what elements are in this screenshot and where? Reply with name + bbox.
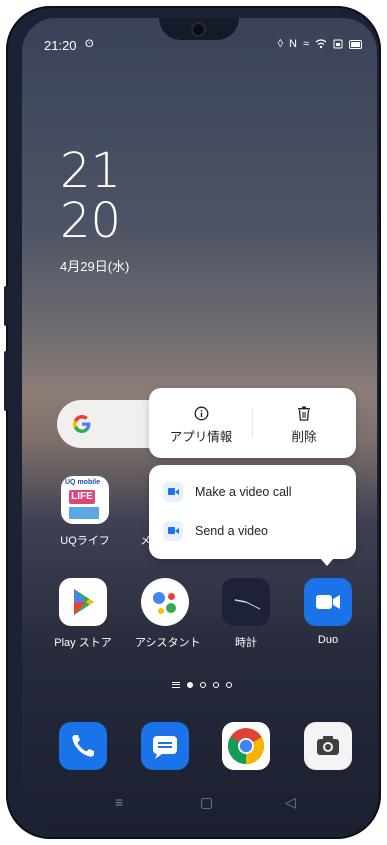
page-dot	[226, 682, 232, 688]
nfc-icon: N	[289, 38, 297, 50]
shortcut-send-video[interactable]: Send a video	[163, 521, 268, 541]
chrome-icon	[222, 722, 270, 770]
clock-hour: 21	[60, 143, 122, 199]
duo-label: Duo	[317, 634, 339, 646]
notch	[159, 18, 239, 40]
app-duo[interactable]: Duo	[298, 578, 358, 646]
side-button	[4, 351, 8, 411]
vibrate-icon: ≈	[302, 38, 309, 50]
trash-icon	[254, 406, 354, 422]
phone-icon	[59, 722, 107, 770]
uq-life-label: UQライフ	[60, 535, 110, 547]
shortcuts-menu: Make a video call Send a video	[149, 465, 356, 559]
sim-icon	[333, 39, 343, 49]
app-info-option[interactable]: アプリ情報	[151, 388, 251, 458]
app-play-store[interactable]: Play ストア	[53, 578, 113, 650]
navigation-bar: ≡ ▢ ◁	[22, 792, 377, 816]
menu-divider	[252, 408, 253, 438]
app-uq-life[interactable]: UQ mobile LIFE UQライフ	[55, 476, 115, 548]
battery-icon	[349, 39, 362, 49]
status-time: 21:20	[44, 38, 77, 53]
messages-icon	[141, 722, 189, 770]
home-screen: 21:20 ʘ ◊ N ≈ 21 20 4月29日(水) UQ mobile L…	[22, 18, 377, 833]
video-camera-icon	[163, 521, 183, 541]
menu-nav-button[interactable]: ≡	[115, 794, 123, 810]
clock-date: 4月29日(水)	[60, 259, 130, 274]
front-camera	[193, 24, 204, 35]
shortcut-video-call-label: Make a video call	[195, 485, 292, 499]
google-g-icon	[73, 415, 91, 433]
dock-phone[interactable]	[53, 722, 113, 770]
page-indicator[interactable]	[172, 682, 232, 688]
delete-label: 削除	[291, 430, 317, 444]
page-dot	[200, 682, 206, 688]
camera-icon	[304, 722, 352, 770]
app-clock[interactable]: 時計	[216, 578, 276, 650]
clock-minute: 20	[60, 193, 122, 249]
duo-icon	[304, 578, 352, 626]
alarm-icon: ◊	[277, 38, 283, 50]
shortcut-send-video-label: Send a video	[195, 524, 268, 538]
delete-option[interactable]: 削除	[254, 388, 354, 458]
status-bar: 21:20 ʘ ◊ N ≈	[22, 38, 377, 56]
drawer-lines-icon	[172, 682, 180, 688]
shortcut-video-call[interactable]: Make a video call	[163, 482, 292, 502]
clock-app-label: 時計	[235, 637, 257, 649]
clock-widget[interactable]: 21 20	[60, 146, 121, 246]
phone-frame: 21:20 ʘ ◊ N ≈ 21 20 4月29日(水) UQ mobile L…	[4, 6, 381, 839]
video-camera-icon	[163, 482, 183, 502]
menu-pointer	[320, 558, 334, 566]
dock-camera[interactable]	[298, 722, 358, 770]
app-info-label: アプリ情報	[169, 430, 233, 444]
dock-chrome[interactable]	[216, 722, 276, 770]
app-context-menu: アプリ情報 削除	[149, 388, 356, 458]
home-nav-button[interactable]: ▢	[200, 794, 213, 811]
uq-life-icon: UQ mobile LIFE	[61, 476, 109, 524]
app-assistant[interactable]: アシスタント	[135, 578, 201, 650]
assistant-icon	[141, 578, 189, 626]
clock-app-icon	[222, 578, 270, 626]
page-dot-current	[187, 682, 193, 688]
dock-messages[interactable]	[135, 722, 195, 770]
page-dot	[213, 682, 219, 688]
wifi-icon	[315, 39, 327, 49]
play-store-label: Play ストア	[54, 637, 112, 649]
info-icon	[151, 406, 251, 422]
notification-icon: ʘ	[85, 38, 94, 50]
back-nav-button[interactable]: ◁	[285, 794, 296, 811]
volume-button	[4, 286, 8, 326]
assistant-label: アシスタント	[135, 637, 201, 649]
play-store-icon	[59, 578, 107, 626]
